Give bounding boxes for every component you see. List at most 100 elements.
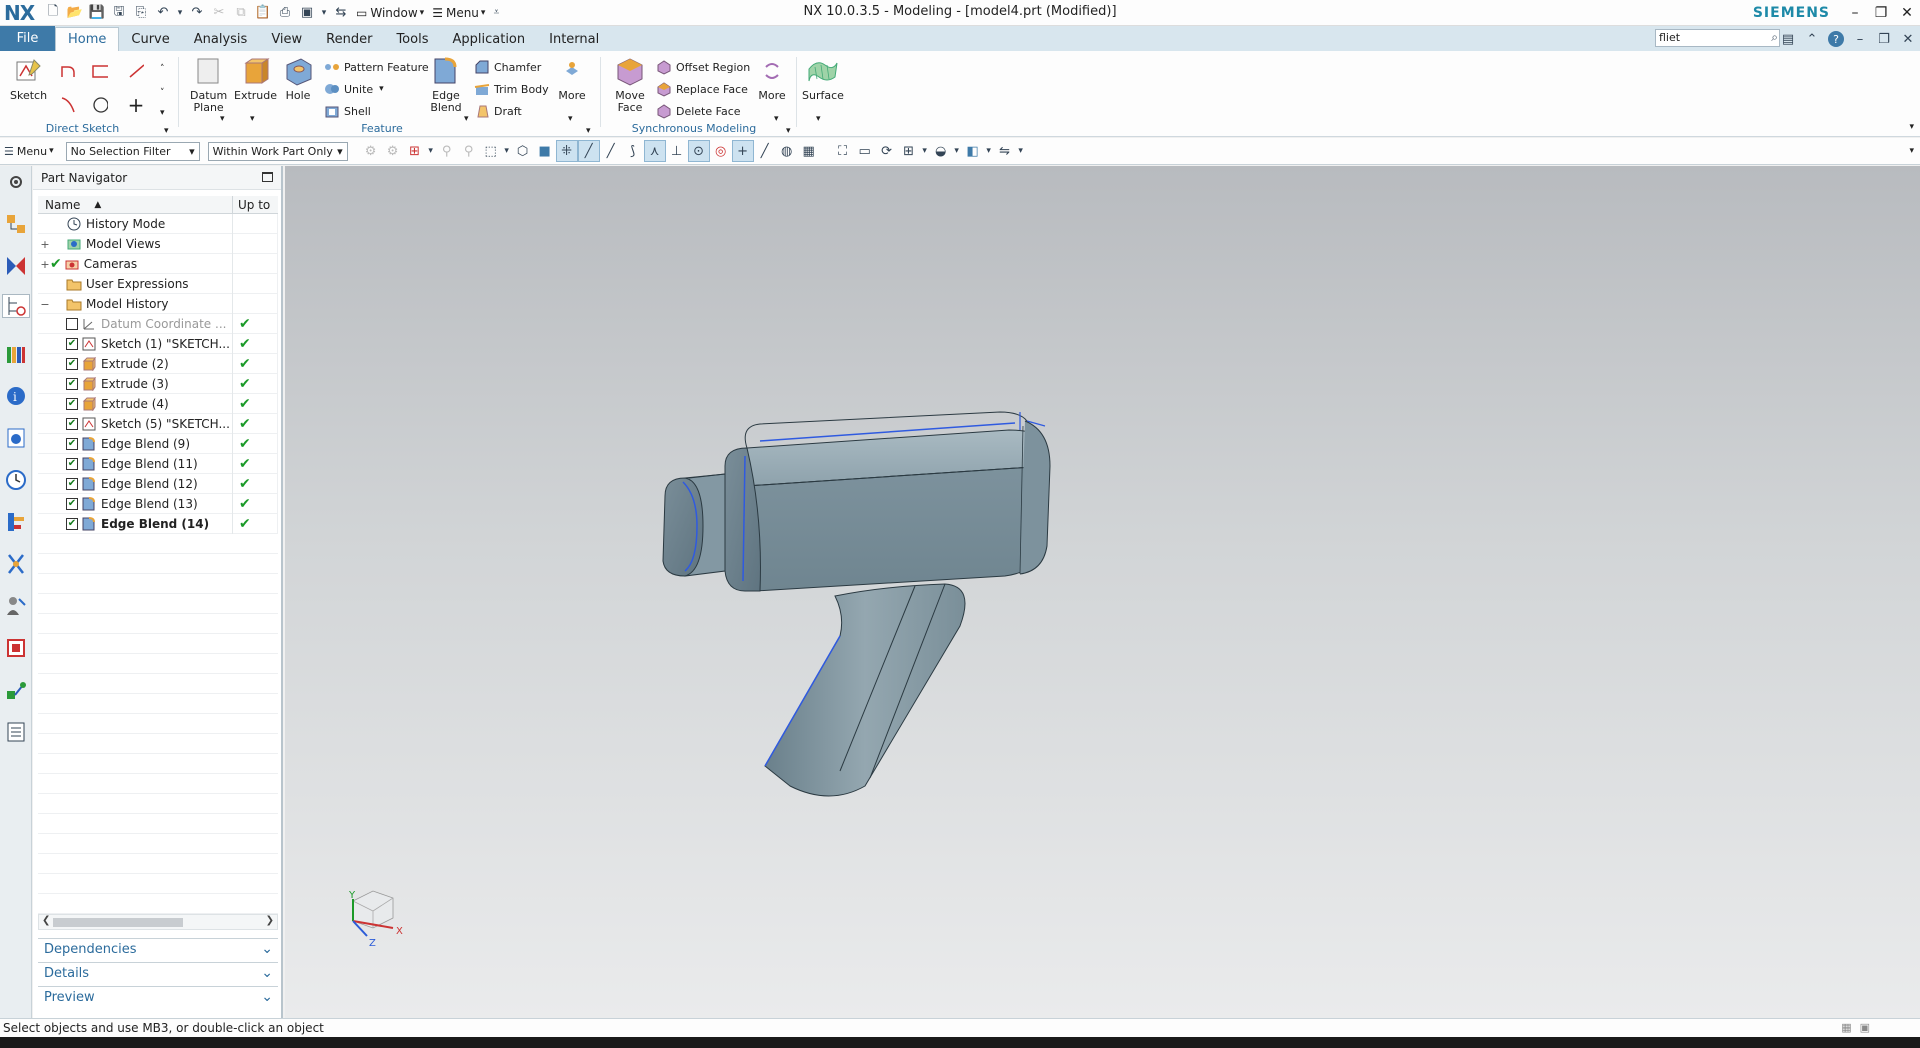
tree-row[interactable]: ✔ Extrude (3) ✔ [38, 374, 278, 394]
rotate-view-icon[interactable]: ⟳ [876, 140, 898, 162]
tree-row[interactable]: − Model History [38, 294, 278, 314]
snap-end-point-icon[interactable]: ╱ [577, 140, 600, 162]
display-mode-icon[interactable]: ▣ [297, 3, 317, 23]
snap-bounded-grid-icon[interactable]: ▦ [798, 140, 820, 162]
visibility-checkbox[interactable]: ✔ [66, 498, 78, 510]
tree-row[interactable]: Datum Coordinate ... ✔ [38, 314, 278, 334]
tree-row[interactable]: ✔ Edge Blend (13) ✔ [38, 494, 278, 514]
scope-filter-select[interactable]: Within Work Part Only ▾ [207, 141, 348, 161]
tree-row[interactable]: + Model Views [38, 234, 278, 254]
tab-curve[interactable]: Curve [119, 27, 181, 51]
extrude-button[interactable]: Extrude [234, 55, 277, 102]
tree-row[interactable]: ✔ Edge Blend (11) ✔ [38, 454, 278, 474]
visibility-checkbox[interactable]: ✔ [66, 418, 78, 430]
point-tool[interactable]: + [128, 93, 148, 117]
feature-selection-icon[interactable]: ⚙ [382, 140, 404, 162]
surface-dropdown[interactable]: ▾ [816, 109, 821, 129]
menu-menu[interactable]: ☰ Menu ▾ [428, 3, 489, 23]
manufacturing-wizard-icon[interactable] [4, 552, 28, 576]
delete-face-button[interactable]: Delete Face [656, 101, 741, 121]
drill-body-model[interactable] [662, 411, 1051, 797]
check-icon[interactable]: ✔ [50, 256, 62, 272]
fit-view-icon[interactable]: ⛶ [832, 140, 854, 162]
top-border-menu[interactable]: ☰ Menu ▾ [0, 140, 58, 162]
customize-quick-access-icon[interactable]: ⩡ [490, 3, 502, 23]
history-clock-icon[interactable] [4, 468, 28, 492]
save-icon[interactable]: 💾 [87, 3, 107, 23]
status-display-icon[interactable]: ▣ [1860, 1021, 1870, 1034]
paste-icon[interactable]: 📋 [253, 3, 273, 23]
render-style-icon[interactable]: ◒ [930, 140, 952, 162]
datum-plane-button[interactable]: Datum Plane [190, 55, 227, 114]
tree-row[interactable]: ✔ Extrude (2) ✔ [38, 354, 278, 374]
tab-home[interactable]: Home [55, 27, 120, 51]
minimize-button[interactable]: – [1842, 0, 1868, 26]
scroll-right-icon[interactable]: ❯ [266, 915, 274, 926]
snap-intersection-icon[interactable]: ⋏ [643, 140, 666, 162]
tab-analysis[interactable]: Analysis [182, 27, 260, 51]
reports-icon[interactable] [4, 720, 28, 744]
replace-face-button[interactable]: Replace Face [656, 79, 748, 99]
sketch-gallery-down[interactable]: ˅ [160, 83, 165, 103]
surface-button[interactable]: Surface [802, 55, 844, 102]
visibility-checkbox[interactable]: ✔ [66, 478, 78, 490]
hole-button[interactable]: Hole [282, 55, 314, 102]
process-studio-icon[interactable] [4, 510, 28, 534]
reuse-library-icon[interactable] [4, 342, 28, 366]
work-layer-dropdown[interactable]: ▾ [984, 140, 994, 162]
horizontal-scrollbar[interactable]: ❮ ❯ [38, 914, 278, 930]
tab-render[interactable]: Render [314, 27, 384, 51]
feature-more-button[interactable]: More [556, 55, 588, 102]
work-layer-icon[interactable]: ◧ [962, 140, 984, 162]
copy-icon[interactable]: ⧉ [231, 3, 251, 23]
new-file-icon[interactable]: 🗋 [43, 3, 63, 23]
collapse-ribbon-icon[interactable]: ⌃ [1800, 29, 1824, 49]
expand-icon[interactable]: + [40, 258, 50, 271]
tree-row[interactable]: ✔ Sketch (1) "SKETCH... ✔ [38, 334, 278, 354]
scrollbar-thumb[interactable] [53, 918, 183, 927]
system-scenes-icon[interactable] [4, 636, 28, 660]
general-selection-icon[interactable]: ⚙ [360, 140, 382, 162]
snap-existing-point-icon[interactable]: + [731, 140, 754, 162]
move-face-button[interactable]: Move Face [614, 55, 646, 114]
orient-view-icon[interactable]: ⊞ [898, 140, 920, 162]
rectangle-tool[interactable] [92, 61, 112, 81]
snap-point-on-surface-icon[interactable]: ◍ [776, 140, 798, 162]
chamfer-button[interactable]: Chamfer [474, 57, 541, 77]
visibility-checkbox[interactable]: ✔ [66, 378, 78, 390]
scroll-left-icon[interactable]: ❮ [42, 915, 50, 926]
rectangle-select-dropdown[interactable]: ▾ [502, 140, 512, 162]
ribbon-options-icon[interactable]: ▤ [1776, 29, 1800, 49]
type-filter-select[interactable]: No Selection Filter ▾ [65, 141, 200, 161]
visibility-checkbox[interactable]: ✔ [66, 438, 78, 450]
tree-row[interactable]: ✔ Sketch (5) "SKETCH... ✔ [38, 414, 278, 434]
tree-row[interactable]: History Mode [38, 214, 278, 234]
open-file-icon[interactable]: 📂 [65, 3, 85, 23]
command-search-input[interactable]: fliet [1655, 29, 1780, 47]
status-grid-icon[interactable]: ▦ [1841, 1021, 1851, 1034]
visibility-checkbox[interactable]: ✔ [66, 518, 78, 530]
visibility-checkbox[interactable]: ✔ [66, 358, 78, 370]
tab-tools[interactable]: Tools [384, 27, 440, 51]
column-up-to[interactable]: Up to [233, 196, 270, 213]
visibility-checkbox[interactable]: ✔ [66, 338, 78, 350]
undo-icon[interactable]: ↶ [153, 3, 173, 23]
tab-view[interactable]: View [259, 27, 314, 51]
circle-tool[interactable] [92, 95, 112, 115]
doc-restore-icon[interactable]: ❐ [1872, 29, 1896, 49]
tab-internal[interactable]: Internal [537, 27, 611, 51]
settings-gear-icon[interactable] [4, 170, 28, 194]
column-name[interactable]: Name ▲ [38, 196, 233, 213]
touch-mode-icon[interactable]: ⇆ [331, 3, 351, 23]
doc-close-icon[interactable]: ✕ [1896, 29, 1920, 49]
unite-button[interactable]: Unite ▾ [324, 79, 384, 99]
hd3d-tools-icon[interactable]: i [4, 384, 28, 408]
sync-more-button[interactable]: More [756, 55, 788, 102]
close-button[interactable]: ✕ [1894, 0, 1920, 26]
details-panel[interactable]: Details ⌄ [38, 962, 278, 984]
window-menu[interactable]: ▭ Window ▾ [352, 3, 428, 23]
tree-row[interactable]: + ✔ Cameras [38, 254, 278, 274]
select-body-icon[interactable]: ⬡ [512, 140, 534, 162]
sheet-metal-icon[interactable] [4, 678, 28, 702]
select-features-icon[interactable]: ⚲ [436, 140, 458, 162]
